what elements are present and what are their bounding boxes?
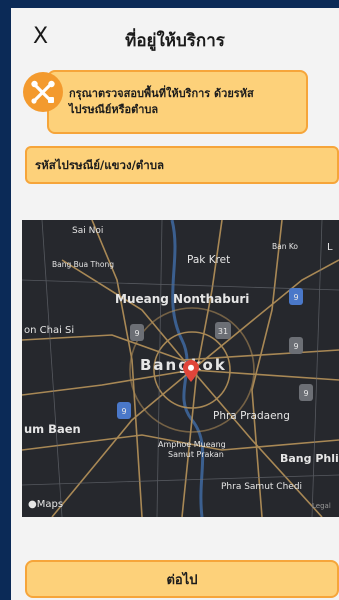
map-label-edge-l: L [327,242,333,253]
route-shield-icon: 31 [215,322,231,339]
route-shield-icon: 9 [289,288,303,305]
map-label-chai-si: on Chai Si [24,325,75,336]
route-shield-icon: 9 [299,384,313,401]
route-shield-icon: 9 [117,402,131,419]
map-label-sai-noi: Sai Noi [72,226,104,236]
map-label-mueang-nonthaburi: Mueang Nonthaburi [115,292,250,306]
map-label-phra-pradaeng: Phra Pradaeng [213,410,290,422]
postcode-search-input[interactable]: รหัสไปรษณีย์/แขวง/ตำบล [25,146,339,184]
map-label-ban-ko: Ban Ko [272,242,299,251]
route-shield-icon: 9 [130,324,144,341]
map-legal-link[interactable]: Legal [312,502,331,510]
apple-logo-icon: ● [28,499,37,510]
map-label-bang-phli: Bang Phli [280,452,339,465]
route-shield-icon: 9 [289,337,303,354]
map-label-bang-bua-thong: Bang Bua Thong [52,260,114,269]
map-label-samut-prakan: Samut Prakan [168,450,224,459]
tools-icon [23,72,63,112]
page-title: ที่อยู่ให้บริการ [125,31,225,51]
info-message-box: กรุณาตรวจสอบพื้นที่ให้บริการ ด้วยรหัส ไป… [47,70,308,134]
service-area-panel: X ที่อยู่ให้บริการ กรุณาตรวจสอบพื้นที่ให… [11,8,339,600]
map-label-um-baen: um Baen [24,422,81,436]
service-area-map[interactable]: Sai Noi Pak Kret Ban Ko L Bang Bua Thong… [22,220,339,517]
map-label-pak-kret: Pak Kret [187,254,231,266]
info-message-line-2: ไปรษณีย์หรือตำบล [69,103,159,116]
map-label-amphoe-mueang: Amphoe Mueang [158,440,226,449]
header-bar: X ที่อยู่ให้บริการ [11,8,339,64]
map-label-phra-samut-chedi: Phra Samut Chedi [221,482,303,492]
next-button[interactable]: ต่อไป [25,560,339,598]
info-message-line-1: กรุณาตรวจสอบพื้นที่ให้บริการ ด้วยรหัส [69,87,254,100]
maps-logo: ●Maps [28,499,64,510]
